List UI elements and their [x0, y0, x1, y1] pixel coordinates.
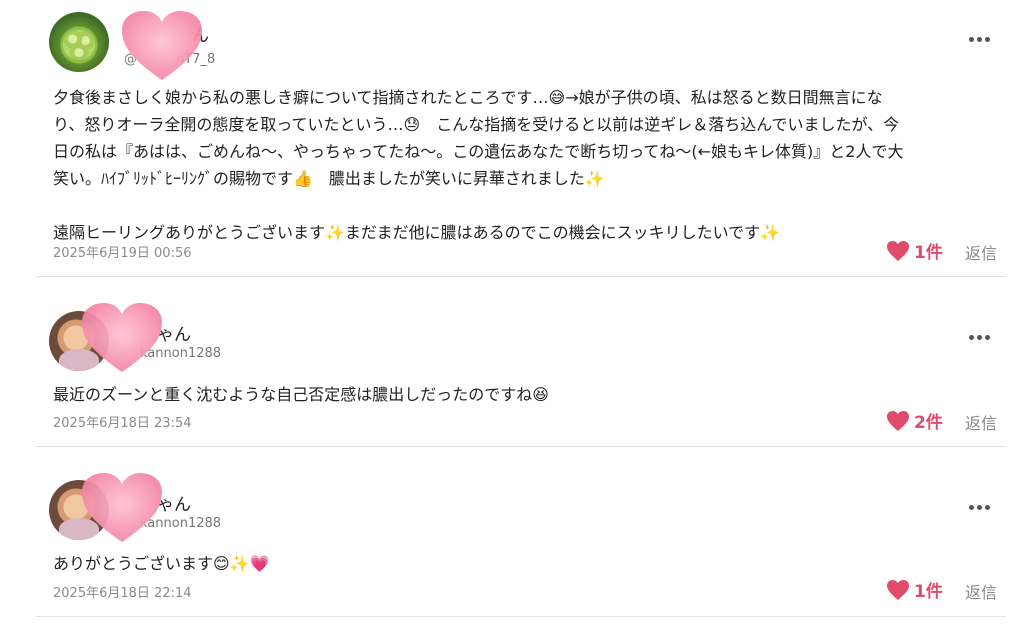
like-button[interactable]: 1件	[886, 238, 943, 263]
divider	[36, 616, 1006, 617]
comment-line: 日の私は『あはは、ごめんね〜、やっちゃってたね〜。この遺伝あなたで断ち切ってね〜…	[53, 142, 904, 161]
reply-button[interactable]: 返信	[965, 579, 997, 603]
comment-date: 2025年6月18日 23:54	[53, 416, 192, 431]
more-options-icon[interactable]	[965, 500, 993, 514]
like-count: 2件	[914, 413, 943, 433]
heart-icon	[887, 410, 909, 431]
comment-date: 2025年6月19日 00:56	[53, 246, 192, 261]
like-button[interactable]: 2件	[886, 408, 943, 433]
heart-sticker-icon	[120, 10, 204, 82]
comment-text: 最近のズーンと重く沈むような自己否定感は膿出しだったのですね😆	[53, 381, 1003, 408]
comment-line: 夕食後まさしく娘から私の悪しき癖について指摘されたところです…😅→娘が子供の頃、…	[53, 88, 883, 107]
like-count: 1件	[914, 582, 943, 602]
more-options-icon[interactable]	[965, 330, 993, 344]
comment-line: 遠隔ヒーリングありがとうございます✨まだまだ他に膿はあるのでこの機会にスッキリし…	[53, 223, 781, 242]
comment-line: ありがとうございます😊✨💗	[53, 554, 270, 573]
like-count: 1件	[914, 243, 943, 263]
comment-text: 夕食後まさしく娘から私の悪しき癖について指摘されたところです…😅→娘が子供の頃、…	[53, 84, 1003, 246]
comment-line: り、怒りオーラ全開の態度を取っていたという…😓 こんな指摘を受けると以前は逆ギレ…	[53, 115, 900, 134]
comment-text: ありがとうございます😊✨💗	[53, 550, 1003, 577]
comment-line	[53, 192, 1003, 219]
heart-sticker-icon	[80, 472, 164, 544]
like-button[interactable]: 1件	[886, 577, 943, 602]
divider	[36, 446, 1006, 447]
more-options-icon[interactable]	[965, 32, 993, 46]
divider	[36, 276, 1006, 277]
reply-button[interactable]: 返信	[965, 410, 997, 434]
heart-icon	[887, 579, 909, 600]
heart-icon	[887, 240, 909, 261]
comment-date: 2025年6月18日 22:14	[53, 586, 192, 601]
comment-line: 笑い。ﾊｲﾌﾞﾘｯﾄﾞﾋｰﾘﾝｸﾞの賜物です👍 膿出ましたが笑いに昇華されました…	[53, 169, 605, 188]
reply-button[interactable]: 返信	[965, 240, 997, 264]
heart-sticker-icon	[80, 302, 164, 374]
user-avatar[interactable]	[49, 12, 109, 72]
comment-line: 最近のズーンと重く沈むような自己否定感は膿出しだったのですね😆	[53, 385, 549, 404]
